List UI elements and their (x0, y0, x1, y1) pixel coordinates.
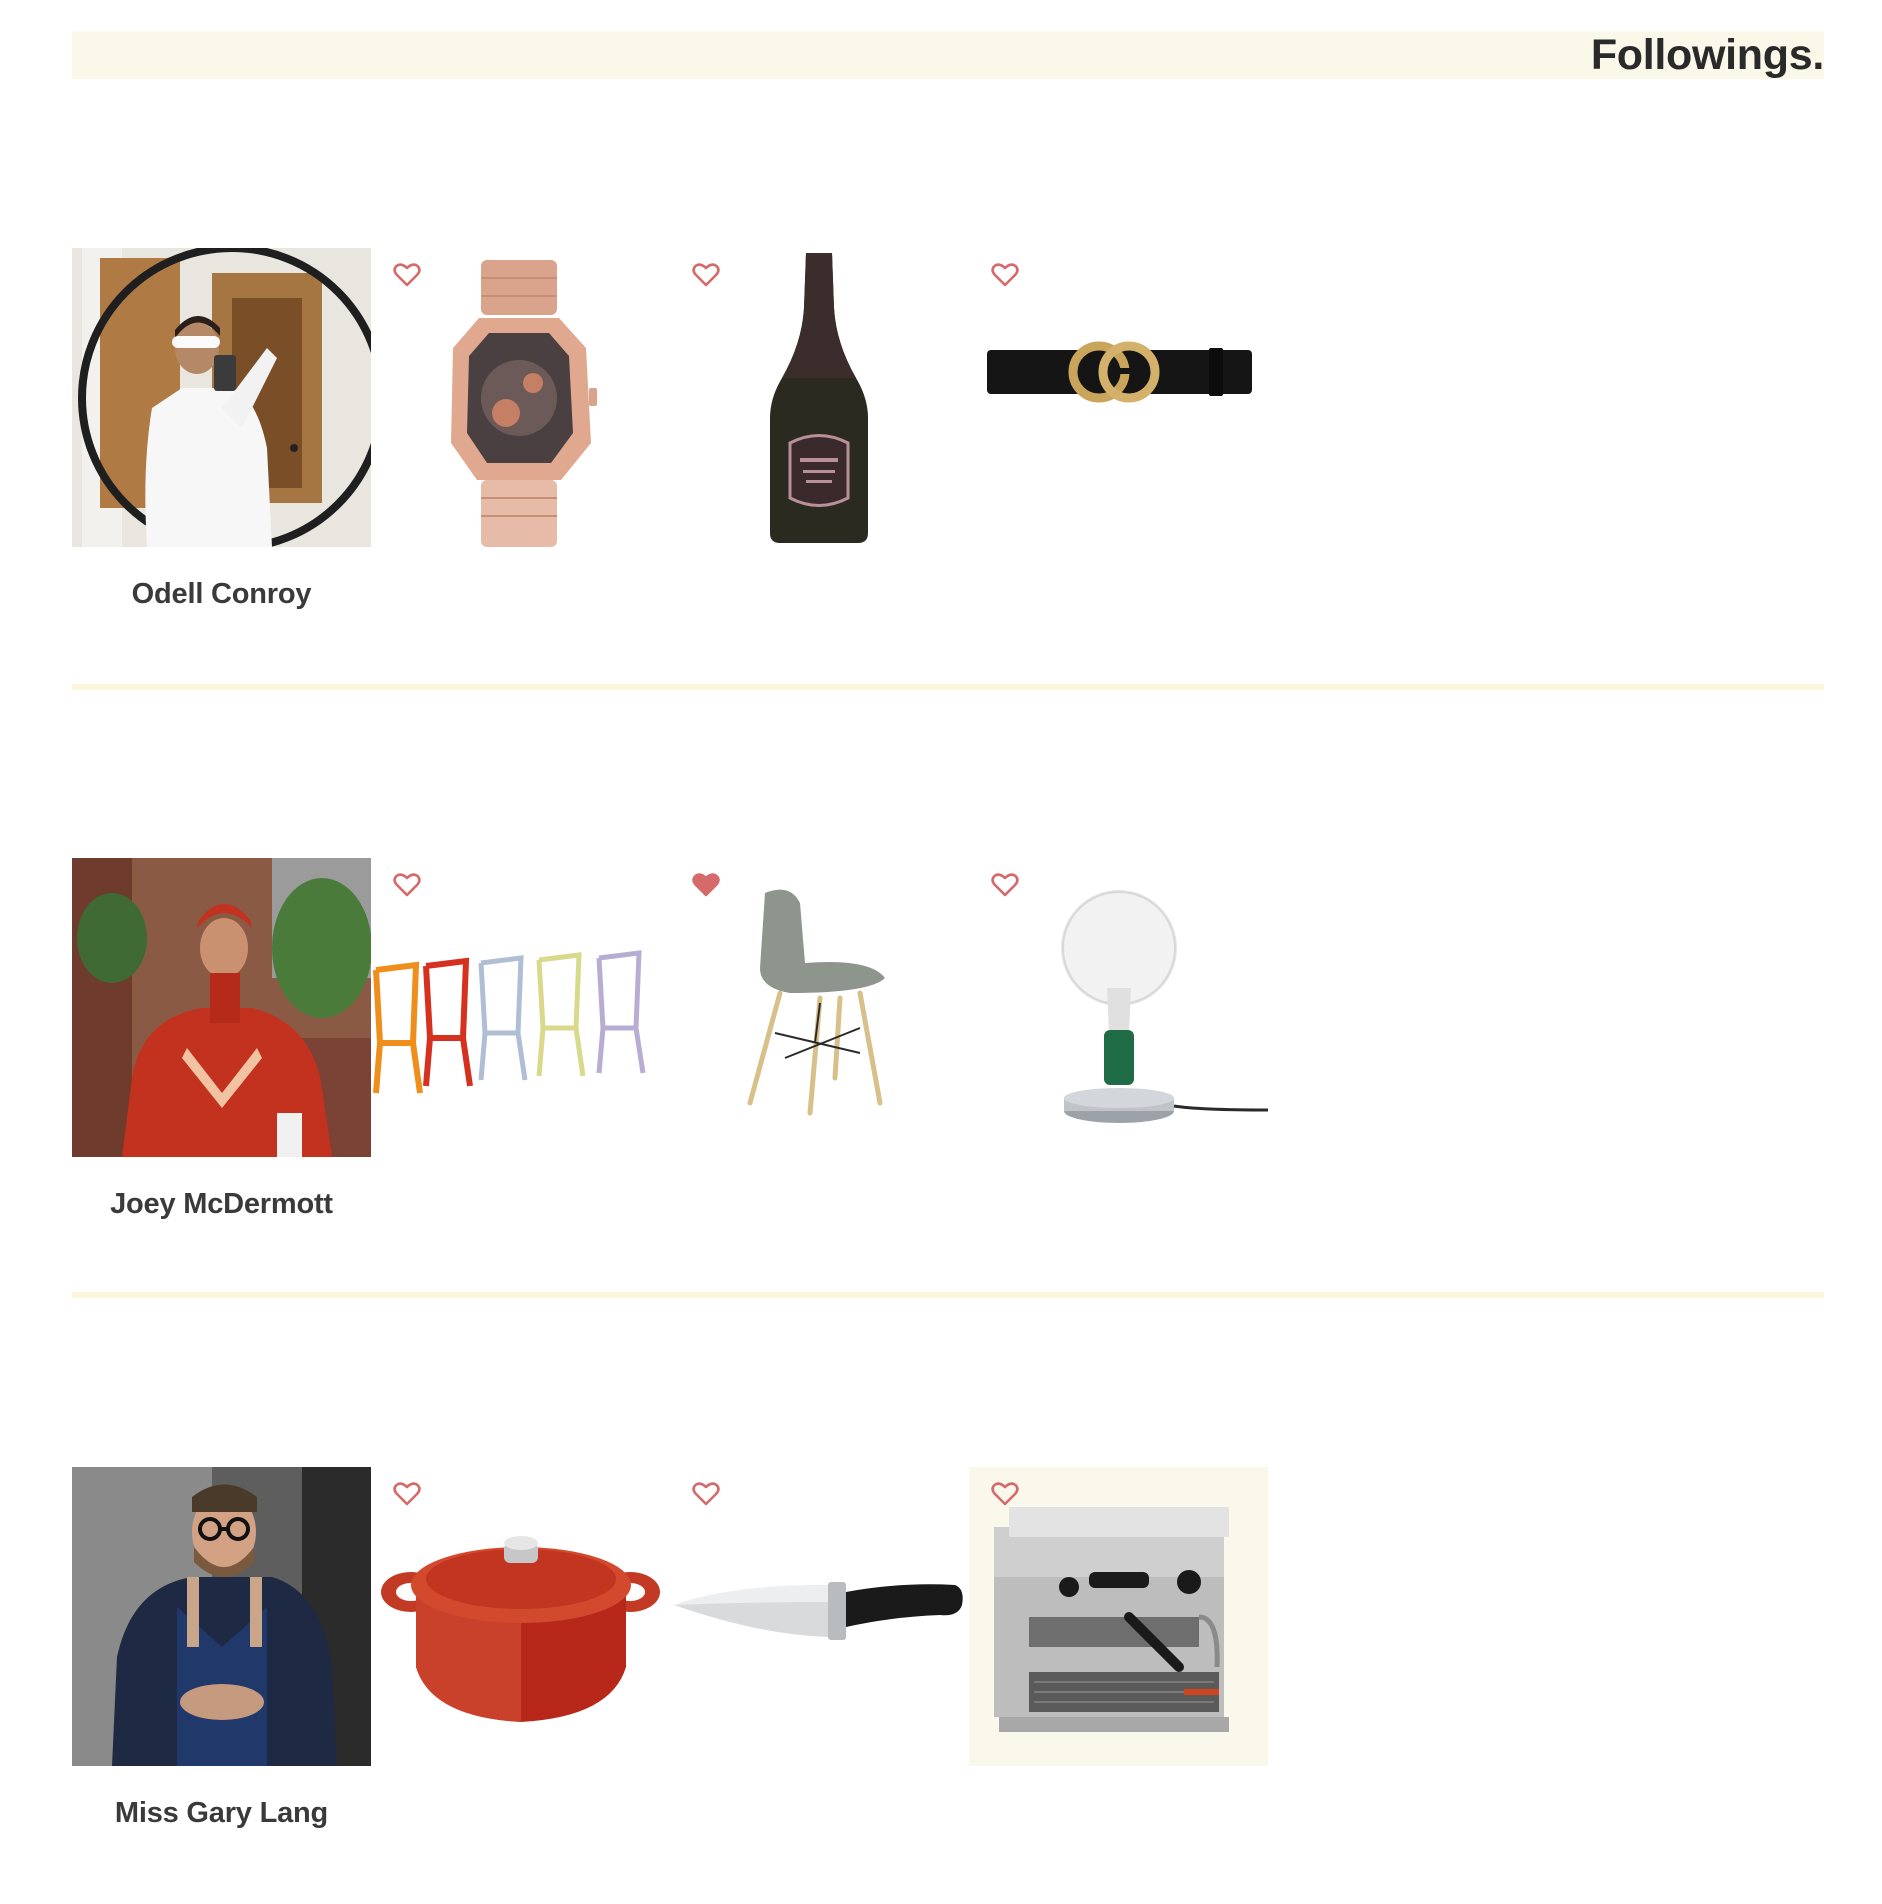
user-avatar[interactable] (72, 1467, 371, 1766)
favorite-heart-filled-icon[interactable] (692, 872, 720, 898)
champagne-bottle-icon (670, 248, 969, 547)
favorite-heart-icon[interactable] (393, 872, 421, 898)
product-card[interactable] (969, 1467, 1268, 1766)
favorite-heart-icon[interactable] (692, 262, 720, 288)
user-name[interactable]: Joey McDermott (72, 1188, 371, 1221)
avatar-image (72, 1467, 371, 1766)
favorite-heart-icon[interactable] (991, 872, 1019, 898)
favorite-heart-icon[interactable] (991, 262, 1019, 288)
product-card[interactable] (670, 1467, 969, 1766)
product-card[interactable] (670, 248, 969, 547)
favorite-heart-icon[interactable] (692, 1481, 720, 1507)
product-card[interactable] (371, 248, 670, 547)
section-divider (72, 684, 1824, 690)
luxury-watch-icon (371, 248, 670, 547)
eames-chair-icon (670, 858, 969, 1157)
acrylic-chairs-icon (371, 858, 670, 1157)
favorite-heart-icon[interactable] (393, 262, 421, 288)
chef-knife-icon (670, 1467, 969, 1766)
product-card[interactable] (969, 858, 1268, 1157)
avatar-image (72, 248, 371, 547)
espresso-machine-icon (969, 1467, 1268, 1766)
product-card[interactable] (969, 248, 1268, 547)
user-name[interactable]: Miss Gary Lang (72, 1797, 371, 1830)
user-avatar[interactable] (72, 858, 371, 1157)
product-card[interactable] (371, 1467, 670, 1766)
avatar-image (72, 858, 371, 1157)
page-header: Followings. (72, 31, 1824, 79)
product-card[interactable] (670, 858, 969, 1157)
product-card[interactable] (371, 858, 670, 1157)
page-title: Followings. (1590, 31, 1824, 79)
favorite-heart-icon[interactable] (991, 1481, 1019, 1507)
dutch-oven-icon (371, 1467, 670, 1766)
bulb-table-lamp-icon (969, 858, 1268, 1157)
designer-belt-icon (969, 248, 1268, 547)
user-name[interactable]: Odell Conroy (72, 578, 371, 611)
user-avatar[interactable] (72, 248, 371, 547)
favorite-heart-icon[interactable] (393, 1481, 421, 1507)
section-divider (72, 1292, 1824, 1298)
